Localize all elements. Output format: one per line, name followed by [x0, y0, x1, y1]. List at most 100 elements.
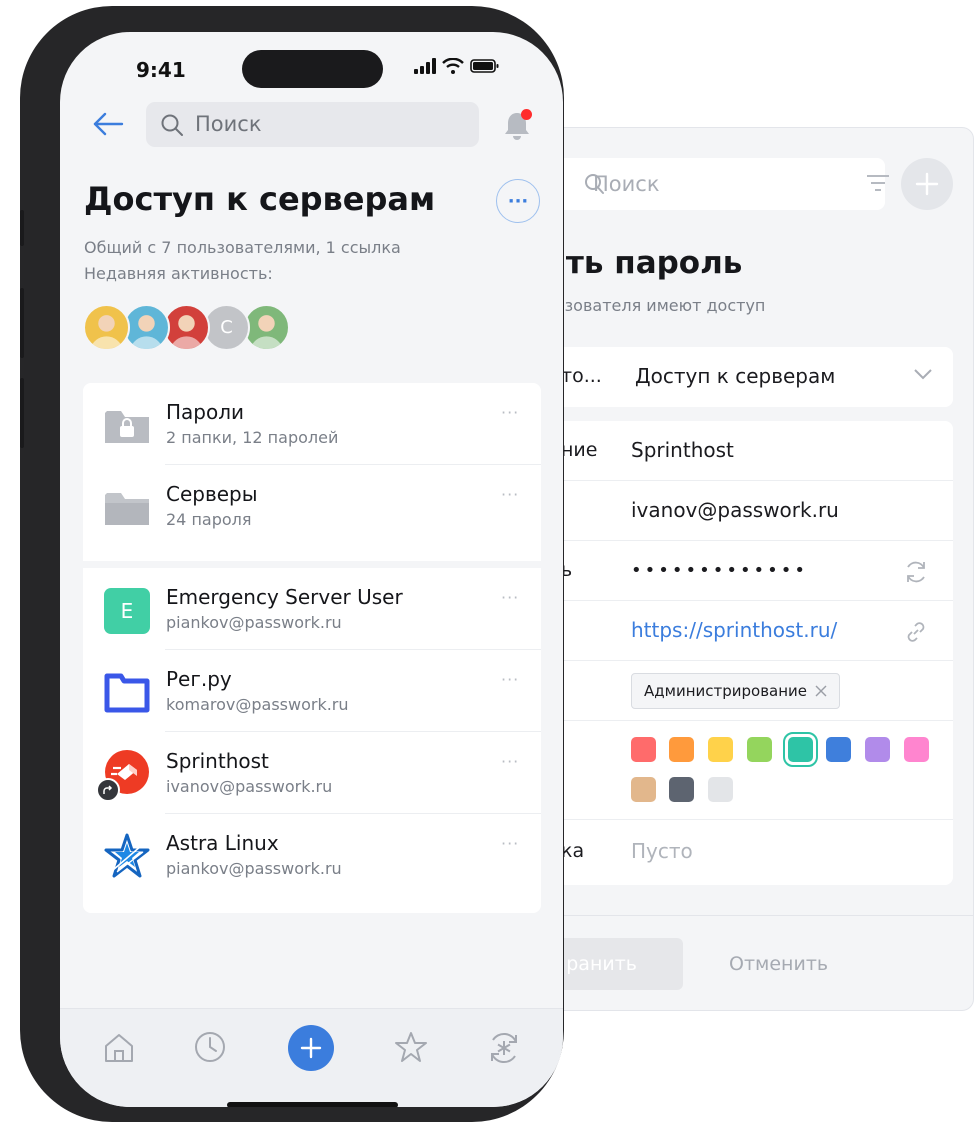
color-swatch[interactable] [747, 737, 772, 762]
avatar[interactable] [163, 304, 210, 351]
panel-search-input[interactable]: Поиск [531, 158, 889, 210]
item-name: Astra Linux [166, 831, 279, 855]
letter-e-icon: E [103, 586, 151, 634]
add-button[interactable] [288, 1025, 334, 1071]
avatar-photo-icon [90, 315, 123, 349]
item-login: piankov@passwork.ru [166, 613, 342, 632]
row-more-icon[interactable]: ··· [501, 670, 519, 689]
search-input[interactable]: Поиск [146, 102, 479, 147]
folder-select-label: то... [561, 365, 602, 387]
link-icon[interactable] [903, 619, 929, 645]
avatar[interactable] [83, 304, 130, 351]
tags-field-row[interactable]: Администрирование [531, 661, 953, 721]
status-icons [414, 58, 500, 74]
notification-badge [521, 109, 532, 120]
password-row-regru[interactable]: Рег.ру komarov@passwork.ru ··· [83, 650, 541, 732]
color-swatch[interactable] [708, 777, 733, 802]
folder-icon [103, 483, 151, 531]
row-more-icon[interactable]: ··· [501, 403, 519, 422]
name-field-row[interactable]: ние Sprinthost [531, 421, 953, 481]
phone-frame: 9:41 Поиск Доступ к серверам ··· Общий с… [20, 6, 564, 1122]
folder-select-value: Доступ к серверам [635, 364, 836, 388]
row-more-icon[interactable]: ··· [501, 588, 519, 607]
star-icon[interactable] [394, 1030, 428, 1064]
regru-icon [103, 668, 151, 716]
panel-subtitle: льзователя имеют доступ [545, 296, 766, 315]
url-field-value[interactable]: https://sprinthost.ru/ [631, 618, 837, 642]
cancel-button[interactable]: Отменить [729, 953, 828, 975]
panel-add-button[interactable] [901, 158, 953, 210]
recent-activity-label: Недавняя активность: [84, 264, 273, 283]
astra-linux-icon [103, 832, 151, 880]
save-button-label: ранить [566, 953, 637, 975]
shared-info: Общий с 7 пользователями, 1 ссылка [84, 238, 401, 257]
password-field-value[interactable]: ••••••••••••• [631, 560, 808, 581]
filter-icon[interactable] [865, 172, 891, 194]
password-form: ние Sprinthost ivanov@passwork.ru ь ••••… [531, 421, 953, 885]
folder-select[interactable]: то... Доступ к серверам [531, 347, 953, 407]
color-swatch[interactable] [865, 737, 890, 762]
color-swatch[interactable] [669, 737, 694, 762]
avatar-photo-icon [170, 315, 203, 349]
tag-chip-label: Администрирование [644, 682, 808, 700]
password-row-emergency[interactable]: E Emergency Server User piankov@passwork… [83, 568, 541, 650]
search-placeholder: Поиск [195, 112, 262, 136]
passwords-list: E Emergency Server User piankov@passwork… [83, 568, 541, 913]
panel-search-placeholder: Поиск [593, 172, 660, 196]
search-icon [161, 114, 183, 136]
refresh-icon[interactable] [903, 559, 929, 585]
status-time: 9:41 [136, 58, 186, 82]
dynamic-island [242, 50, 383, 88]
url-field-row[interactable]: https://sprinthost.ru/ [531, 601, 953, 661]
item-login: komarov@passwork.ru [166, 695, 349, 714]
battery-icon [470, 59, 499, 73]
folder-meta: 24 пароля [166, 510, 252, 529]
avatar[interactable] [123, 304, 170, 351]
login-field-row[interactable]: ivanov@passwork.ru [531, 481, 953, 541]
note-field-label: ка [561, 840, 585, 862]
avatar[interactable] [243, 304, 290, 351]
color-swatch[interactable] [708, 737, 733, 762]
password-row-astra[interactable]: Astra Linux piankov@passwork.ru ··· [83, 814, 541, 896]
color-swatch[interactable] [904, 737, 929, 762]
note-field-value[interactable]: Пусто [631, 839, 693, 863]
folder-row-passwords[interactable]: Пароли 2 папки, 12 паролей ··· [83, 383, 541, 465]
more-options-button[interactable]: ··· [496, 179, 540, 223]
login-field-value[interactable]: ivanov@passwork.ru [631, 498, 839, 522]
home-icon[interactable] [102, 1031, 136, 1065]
folders-list: Пароли 2 папки, 12 паролей ··· Серверы 2… [83, 383, 541, 561]
password-generator-icon[interactable] [486, 1030, 522, 1066]
row-more-icon[interactable]: ··· [501, 485, 519, 504]
color-swatch[interactable] [669, 777, 694, 802]
phone-side-button [20, 288, 24, 358]
row-more-icon[interactable]: ··· [501, 752, 519, 771]
avatar-group[interactable]: С [83, 304, 303, 352]
row-more-icon[interactable]: ··· [501, 834, 519, 853]
phone-side-button [20, 378, 24, 448]
page-title: Доступ к серверам [84, 180, 436, 218]
tag-chip[interactable]: Администрирование [631, 673, 841, 709]
item-name: Рег.ру [166, 667, 232, 691]
color-swatch[interactable] [631, 737, 656, 762]
color-swatch[interactable] [783, 732, 818, 767]
item-initial: E [104, 588, 150, 634]
tab-bar [60, 1008, 563, 1107]
phone-screen: 9:41 Поиск Доступ к серверам ··· Общий с… [60, 32, 563, 1107]
note-field-row[interactable]: ка Пусто [531, 820, 953, 885]
password-form-panel: Поиск ать пароль льзователя имеют доступ… [500, 127, 974, 1011]
close-icon[interactable] [815, 685, 827, 697]
color-swatch[interactable] [631, 777, 656, 802]
password-field-row[interactable]: ь ••••••••••••• [531, 541, 953, 601]
item-login: ivanov@passwork.ru [166, 777, 333, 796]
lock-folder-icon [103, 401, 151, 449]
back-arrow-icon[interactable] [92, 108, 124, 140]
avatar[interactable]: С [203, 304, 250, 351]
color-swatch[interactable] [826, 737, 851, 762]
folder-name: Пароли [166, 400, 245, 424]
panel-title: ать пароль [545, 245, 743, 281]
history-icon[interactable] [193, 1030, 227, 1064]
password-row-sprinthost[interactable]: Sprinthost ivanov@passwork.ru ··· [83, 732, 541, 814]
name-field-value[interactable]: Sprinthost [631, 438, 734, 462]
wifi-icon [442, 58, 464, 74]
folder-row-servers[interactable]: Серверы 24 пароля ··· [83, 465, 541, 547]
